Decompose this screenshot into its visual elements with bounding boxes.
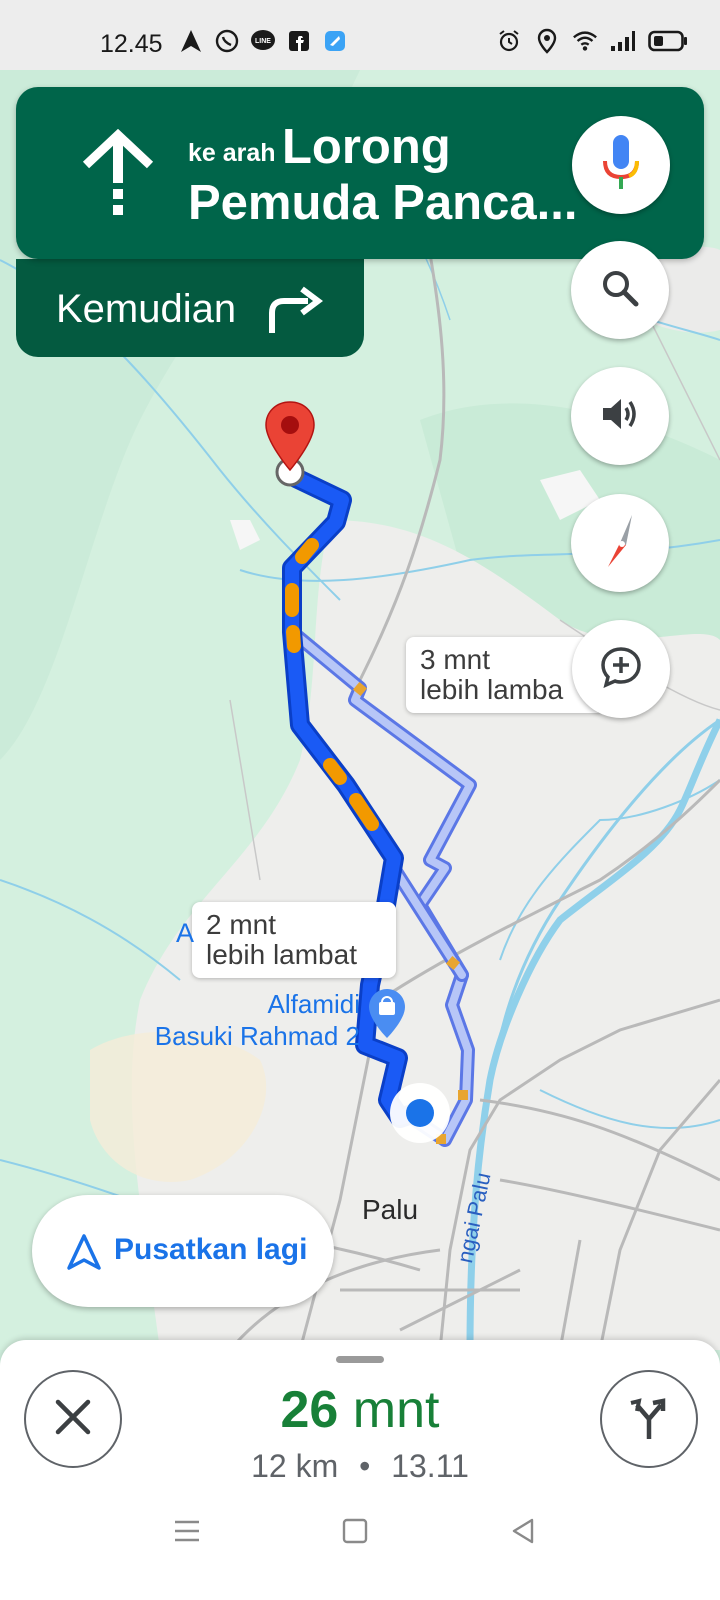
signal-icon [610, 28, 636, 54]
alt-route-callout[interactable]: 2 mnt lebih lambat [192, 902, 396, 978]
location-icon [534, 28, 560, 54]
audio-settings-button[interactable] [571, 367, 669, 465]
straight-arrow-icon [78, 128, 158, 229]
app-icon [322, 28, 348, 54]
next-maneuver-card[interactable]: Kemudian [16, 259, 364, 357]
eta-unit: mnt [352, 1381, 440, 1439]
voice-search-button[interactable] [572, 116, 670, 214]
street-name-line2: Pemuda Panca... [188, 176, 578, 230]
arrival-time: 13.11 [391, 1448, 469, 1484]
alt-route-delta: lebih lamba [420, 675, 564, 705]
trip-distance: 12 km [251, 1448, 339, 1484]
route-fork-icon [627, 1393, 671, 1446]
direction-prefix: ke arah [188, 139, 276, 167]
shopping-bag-icon[interactable] [368, 988, 406, 1040]
street-name-line1: Lorong [282, 120, 451, 174]
battery-icon [648, 28, 688, 54]
trip-details: 12 km • 13.11 [0, 1448, 720, 1485]
trip-separator: • [359, 1448, 371, 1484]
alt-route-time: 2 mnt [206, 909, 277, 940]
compass-icon [600, 511, 640, 576]
poi-label[interactable]: Alfamidi Basuki Rahmad 2 [150, 988, 360, 1052]
recenter-label: Pusatkan lagi [114, 1233, 308, 1266]
navigation-arrow-icon [66, 1233, 102, 1271]
facebook-icon [286, 28, 312, 54]
alt-route-delta: lebih lambat [206, 939, 357, 970]
turn-right-icon [264, 283, 324, 335]
mic-icon [599, 133, 643, 198]
navigation-arrow-icon [178, 28, 204, 54]
alternate-routes-button[interactable] [600, 1370, 698, 1468]
sheet-handle[interactable] [336, 1356, 384, 1363]
alarm-icon [496, 28, 522, 54]
system-nav-bar [0, 1490, 720, 1600]
wifi-icon [572, 28, 598, 54]
map-label-partial: A [176, 918, 195, 948]
poi-name-line1: Alfamidi [267, 989, 360, 1019]
volume-icon [600, 395, 640, 438]
menu-icon[interactable] [172, 1516, 202, 1546]
search-button[interactable] [571, 241, 669, 339]
svg-text:LINE: LINE [255, 38, 271, 45]
recenter-button[interactable]: Pusatkan lagi [32, 1195, 334, 1307]
back-icon[interactable] [508, 1516, 538, 1546]
next-maneuver-label: Kemudian [56, 287, 237, 331]
line-icon: LINE [250, 28, 276, 54]
destination-pin-icon[interactable] [264, 400, 316, 472]
whatsapp-icon [214, 28, 240, 54]
search-icon [601, 269, 639, 312]
poi-name-line2: Basuki Rahmad 2 [154, 1021, 360, 1051]
add-report-icon [600, 646, 642, 693]
status-time: 12.45 [100, 30, 163, 58]
alt-route-time: 3 mnt [420, 644, 491, 675]
home-icon[interactable] [340, 1516, 370, 1546]
city-label: Palu [362, 1194, 419, 1225]
status-bar: 12.45 LINE [0, 0, 720, 70]
eta-number: 26 [280, 1381, 339, 1439]
compass-button[interactable] [571, 494, 669, 592]
add-report-button[interactable] [572, 620, 670, 718]
